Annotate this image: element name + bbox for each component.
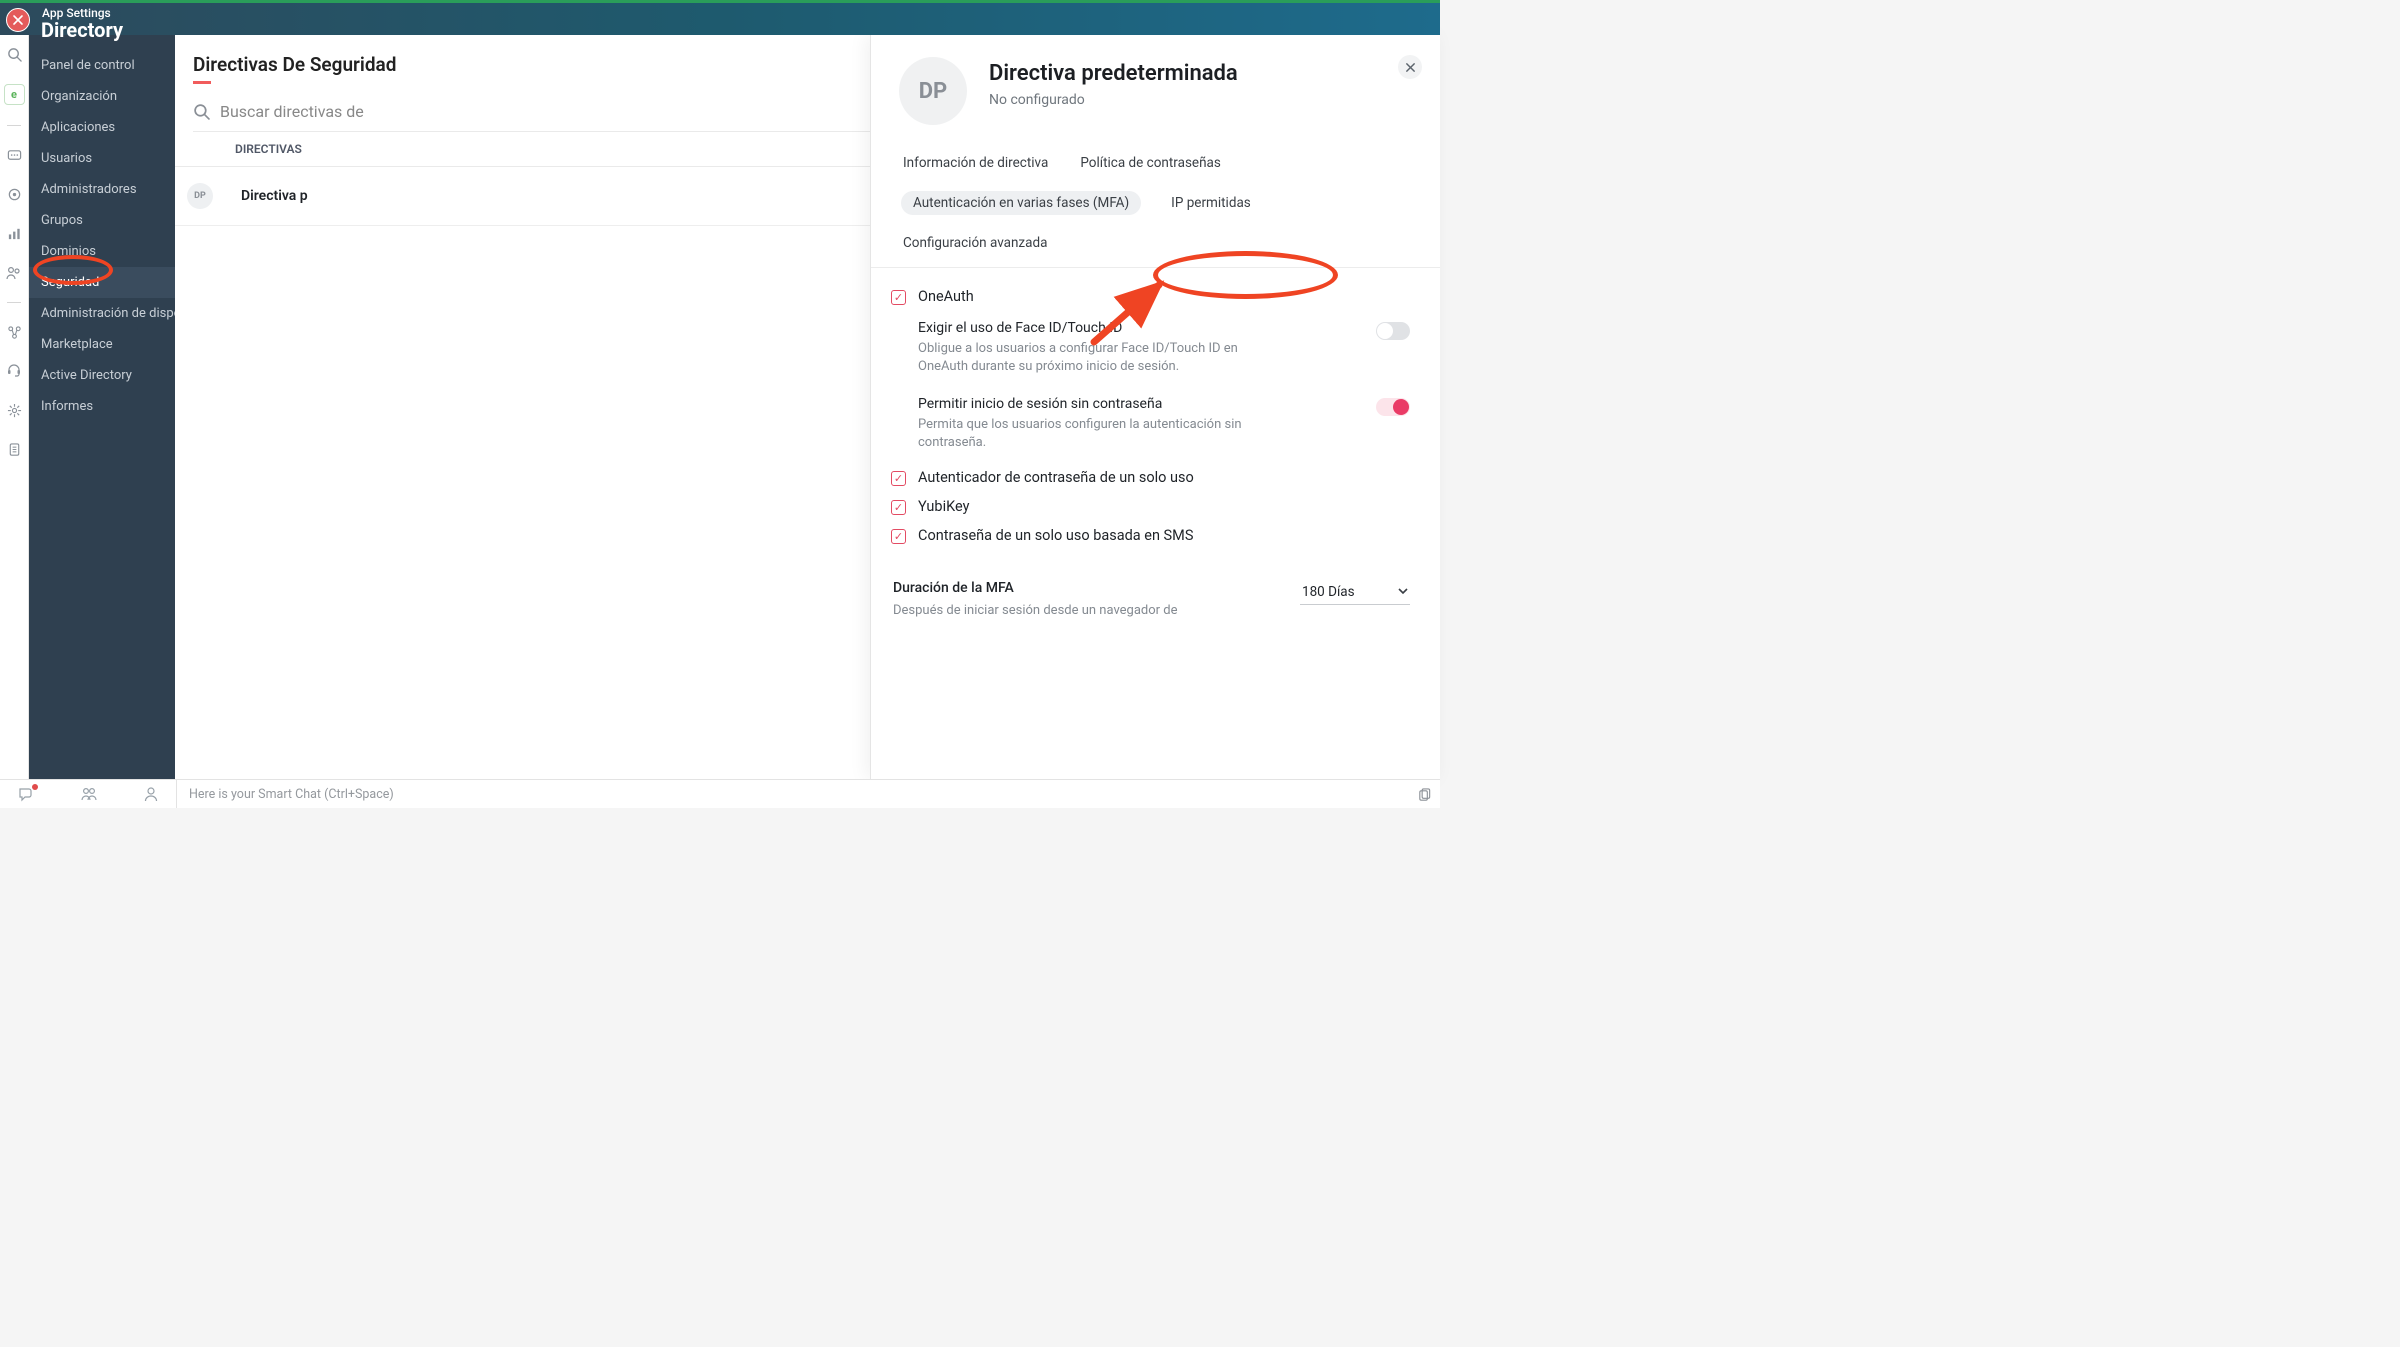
- sidebar-item-reports[interactable]: Informes: [29, 391, 175, 422]
- mfa-duration-title: Duración de la MFA: [893, 580, 1178, 596]
- footer-chat-icon[interactable]: [18, 786, 34, 802]
- sidebar-item-active-directory[interactable]: Active Directory: [29, 360, 175, 391]
- sidebar-item-domains[interactable]: Dominios: [29, 236, 175, 267]
- close-button[interactable]: [6, 8, 30, 32]
- search-icon[interactable]: [5, 45, 24, 64]
- rail-divider: [7, 125, 21, 126]
- sidebar-item-security[interactable]: Seguridad: [29, 267, 175, 298]
- checkbox-checked-icon[interactable]: ✓: [891, 290, 906, 305]
- tab-policy-info[interactable]: Información de directiva: [901, 151, 1050, 175]
- mfa-duration-select[interactable]: 180 Días: [1300, 580, 1410, 605]
- people-icon[interactable]: [5, 263, 24, 282]
- sidebar-item-organization[interactable]: Organización: [29, 81, 175, 112]
- sidebar-item-label: Administradores: [41, 182, 137, 197]
- drawer-tabs: Información de directiva Política de con…: [871, 125, 1440, 268]
- rail-divider-2: [7, 302, 21, 303]
- toggle-faceid[interactable]: [1376, 322, 1410, 340]
- policy-drawer: DP Directiva predeterminada No configura…: [870, 35, 1440, 779]
- search-icon: [193, 103, 210, 120]
- checkbox-checked-icon[interactable]: ✓: [891, 471, 906, 486]
- option-label: Autenticador de contraseña de un solo us…: [918, 469, 1194, 486]
- app-icon[interactable]: e: [4, 84, 25, 105]
- option-label: OneAuth: [918, 288, 974, 305]
- support-icon[interactable]: [5, 362, 24, 381]
- footer-copy-icon[interactable]: [1417, 788, 1432, 803]
- location-icon[interactable]: [5, 185, 24, 204]
- sidebar-item-marketplace[interactable]: Marketplace: [29, 329, 175, 360]
- checkbox-checked-icon[interactable]: ✓: [891, 500, 906, 515]
- sidebar-item-dashboard[interactable]: Panel de control: [29, 50, 175, 81]
- chevron-down-icon: [1398, 586, 1408, 596]
- option-yubikey[interactable]: ✓ YubiKey: [891, 492, 1410, 521]
- notification-dot: [32, 784, 38, 790]
- section-title: Directory: [41, 18, 123, 42]
- drawer-title: Directiva predeterminada: [989, 61, 1238, 86]
- sidebar-item-groups[interactable]: Grupos: [29, 205, 175, 236]
- drawer-avatar: DP: [899, 57, 967, 125]
- sidebar-item-admins[interactable]: Administradores: [29, 174, 175, 205]
- sidebar-item-label: Panel de control: [41, 58, 135, 73]
- sidebar-item-label: Active Directory: [41, 368, 132, 383]
- tab-mfa[interactable]: Autenticación en varias fases (MFA): [901, 191, 1141, 215]
- faceid-desc: Obligue a los usuarios a configurar Face…: [918, 340, 1248, 375]
- option-label: Contraseña de un solo uso basada en SMS: [918, 527, 1193, 544]
- clipboard-icon[interactable]: [5, 440, 24, 459]
- chat-icon[interactable]: [5, 146, 24, 165]
- sidebar-item-label: Seguridad: [41, 275, 99, 290]
- option-sms-otp[interactable]: ✓ Contraseña de un solo uso basada en SM…: [891, 521, 1410, 550]
- close-icon: [1405, 62, 1416, 73]
- sidebar-item-label: Usuarios: [41, 151, 92, 166]
- passwordless-title: Permitir inicio de sesión sin contraseña: [918, 396, 1248, 412]
- search-placeholder: Buscar directivas de: [220, 102, 364, 121]
- option-oneauth[interactable]: ✓ OneAuth: [891, 282, 1410, 311]
- select-value: 180 Días: [1302, 584, 1355, 600]
- policy-name: Directiva p: [241, 188, 308, 204]
- checkbox-checked-icon[interactable]: ✓: [891, 529, 906, 544]
- chat-placeholder: Here is your Smart Chat (Ctrl+Space): [189, 787, 394, 802]
- mfa-duration-desc: Después de iniciar sesión desde un naveg…: [893, 602, 1178, 620]
- drawer-subtitle: No configurado: [989, 92, 1238, 108]
- option-otp-auth[interactable]: ✓ Autenticador de contraseña de un solo …: [891, 463, 1410, 492]
- toggle-passwordless[interactable]: [1376, 398, 1410, 416]
- extension-icon[interactable]: [5, 401, 24, 420]
- tab-policies[interactable]: DIRECTIVAS: [235, 142, 302, 156]
- sidebar-item-label: Informes: [41, 399, 93, 414]
- drawer-close-button[interactable]: [1398, 55, 1422, 79]
- smart-chat-input[interactable]: Here is your Smart Chat (Ctrl+Space): [176, 780, 1440, 808]
- footer-profile-icon[interactable]: [144, 786, 158, 802]
- sidebar-item-users[interactable]: Usuarios: [29, 143, 175, 174]
- sidebar-item-label: Organización: [41, 89, 117, 104]
- close-icon: [12, 14, 24, 26]
- sidebar-item-label: Grupos: [41, 213, 83, 228]
- icon-rail: e: [0, 35, 29, 779]
- drawer-body: ✓ OneAuth Exigir el uso de Face ID/Touch…: [871, 268, 1440, 779]
- sidebar-item-label: Dominios: [41, 244, 96, 259]
- sidebar: Panel de control Organización Aplicacion…: [29, 35, 175, 779]
- network-icon[interactable]: [5, 323, 24, 342]
- tab-allowed-ips[interactable]: IP permitidas: [1169, 191, 1253, 215]
- chart-icon[interactable]: [5, 224, 24, 243]
- policy-avatar: DP: [187, 183, 213, 209]
- option-label: YubiKey: [918, 498, 969, 515]
- faceid-title: Exigir el uso de Face ID/Touch ID: [918, 320, 1248, 336]
- tab-password-policy[interactable]: Política de contraseñas: [1078, 151, 1223, 175]
- sidebar-item-label: Marketplace: [41, 337, 113, 352]
- passwordless-desc: Permita que los usuarios configuren la a…: [918, 416, 1248, 451]
- tab-advanced-config[interactable]: Configuración avanzada: [901, 231, 1071, 255]
- sidebar-item-applications[interactable]: Aplicaciones: [29, 112, 175, 143]
- sidebar-item-device-admin[interactable]: Administración de dispositivos: [29, 298, 175, 329]
- topbar: [0, 0, 1440, 35]
- footer-chat-bar: Here is your Smart Chat (Ctrl+Space): [0, 779, 1440, 808]
- footer-contacts-icon[interactable]: [80, 786, 98, 802]
- sidebar-item-label: Aplicaciones: [41, 120, 115, 135]
